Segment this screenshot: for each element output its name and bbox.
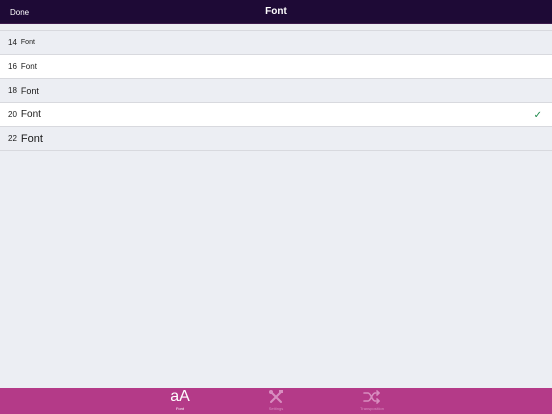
font-sample-label: Font	[20, 132, 43, 145]
font-size-icon: aA	[170, 388, 190, 405]
tab-label: Settings	[268, 406, 284, 411]
font-sample-label: Font	[20, 39, 35, 46]
font-size-value: 20	[8, 110, 17, 119]
font-size-value: 14	[8, 38, 17, 47]
font-size-row-22[interactable]: 22 Font	[0, 127, 552, 151]
font-size-value: 16	[8, 62, 17, 71]
navigation-bar: Done Font	[0, 0, 552, 24]
tab-label: Font	[175, 406, 184, 411]
page-title: Font	[265, 6, 287, 17]
font-size-value: 18	[8, 86, 17, 95]
font-size-row-16[interactable]: 16 Font	[0, 55, 552, 79]
font-size-value: 22	[8, 134, 17, 143]
font-size-row-18[interactable]: 18 Font	[0, 79, 552, 103]
tab-transposition[interactable]: Transposition	[324, 388, 420, 414]
tab-label: Transposition	[360, 406, 384, 411]
font-sample-label: Font	[20, 109, 41, 120]
shuffle-icon	[363, 388, 381, 406]
font-sample-label: Font	[20, 62, 37, 71]
tab-font[interactable]: aA Font	[132, 388, 228, 414]
font-size-row-14[interactable]: 14 Font	[0, 31, 552, 55]
tools-icon	[268, 388, 284, 406]
tab-bar: aA Font Settings Transposition	[0, 388, 552, 414]
checkmark-icon: ✓	[533, 109, 542, 121]
tab-settings[interactable]: Settings	[228, 388, 324, 414]
font-size-list: 14 Font 16 Font 18 Font 20 Font ✓ 22 Fon…	[0, 30, 552, 151]
font-settings-screen: Done Font 14 Font 16 Font 18 Font 20 Fon…	[0, 0, 552, 414]
done-button[interactable]: Done	[10, 0, 29, 24]
font-size-row-20[interactable]: 20 Font ✓	[0, 103, 552, 127]
font-sample-label: Font	[20, 85, 39, 96]
